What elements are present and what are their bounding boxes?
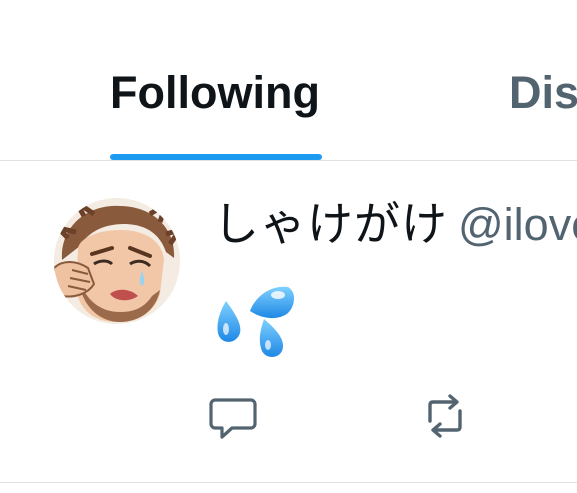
- reply-icon: [209, 398, 257, 439]
- sweat-droplets-icon: [216, 281, 298, 361]
- repost-button[interactable]: [420, 391, 470, 441]
- author-handle[interactable]: @ilove: [458, 199, 577, 250]
- avatar[interactable]: [54, 198, 180, 324]
- post-header: しゃけがけ@ilove: [213, 196, 577, 264]
- timeline-screen: Following Dis しゃけがけ @ilov: [0, 0, 577, 493]
- repost-icon: [428, 394, 462, 438]
- timeline-tabs: Following Dis: [0, 0, 577, 161]
- active-tab-indicator: [110, 154, 322, 160]
- post-actions: [0, 391, 577, 451]
- post-divider: [0, 482, 577, 483]
- crying-man-avatar-icon: [54, 198, 180, 324]
- tab-discover[interactable]: Dis: [509, 68, 577, 118]
- author-display-name[interactable]: しゃけがけ: [213, 197, 448, 251]
- reply-button[interactable]: [208, 391, 258, 441]
- tab-following[interactable]: Following: [110, 68, 320, 118]
- post[interactable]: しゃけがけ@ilove: [0, 161, 577, 482]
